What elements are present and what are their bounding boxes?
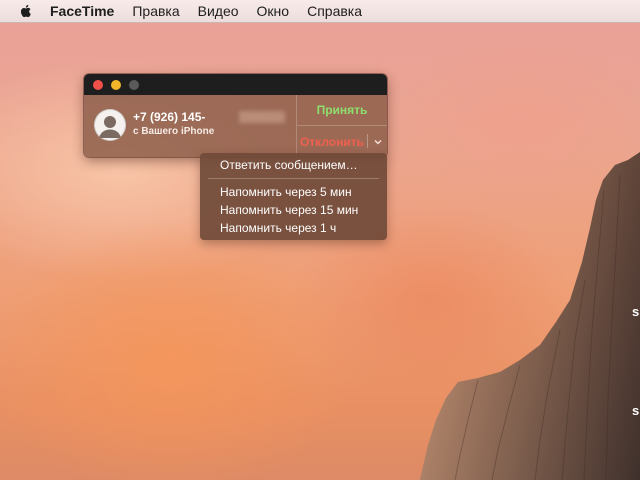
close-button[interactable] <box>93 80 103 90</box>
menu-video[interactable]: Видео <box>198 0 239 22</box>
menu-item-remind-5-min[interactable]: Напомнить через 5 мин <box>220 184 352 200</box>
caller-source: с Вашего iPhone <box>133 126 215 137</box>
caller-number-redaction <box>239 111 285 123</box>
minimize-button[interactable] <box>111 80 121 90</box>
menu-item-remind-15-min[interactable]: Напомнить через 15 мин <box>220 202 358 218</box>
menu-edit[interactable]: Правка <box>132 0 179 22</box>
chevron-down-icon <box>373 139 382 145</box>
menu-window[interactable]: Окно <box>257 0 290 22</box>
window-titlebar <box>84 74 387 95</box>
avatar <box>94 109 126 141</box>
incoming-call-window: +7 (926) 145- с Вашего iPhone Принять От… <box>84 74 387 157</box>
mountain-wallpaper-art <box>420 152 640 480</box>
desktop-edge-label: s <box>632 304 640 319</box>
menu-bar: FaceTime Правка Видео Окно Справка <box>0 0 640 23</box>
menu-facetime[interactable]: FaceTime <box>50 0 114 22</box>
menu-item-remind-1-hour[interactable]: Напомнить через 1 ч <box>220 220 336 236</box>
person-silhouette-icon <box>99 116 121 138</box>
desktop-wallpaper: s s <box>0 0 640 480</box>
menu-separator <box>208 178 379 179</box>
accept-button[interactable]: Принять <box>297 95 387 125</box>
menu-item-reply-with-message[interactable]: Ответить сообщением… <box>220 157 358 173</box>
desktop-edge-label: s <box>632 403 640 418</box>
menu-help[interactable]: Справка <box>307 0 362 22</box>
decline-options-menu: Ответить сообщением… Напомнить через 5 м… <box>200 153 387 240</box>
zoom-button[interactable] <box>129 80 139 90</box>
caller-number: +7 (926) 145- <box>133 110 206 124</box>
apple-logo-icon[interactable] <box>18 3 34 19</box>
